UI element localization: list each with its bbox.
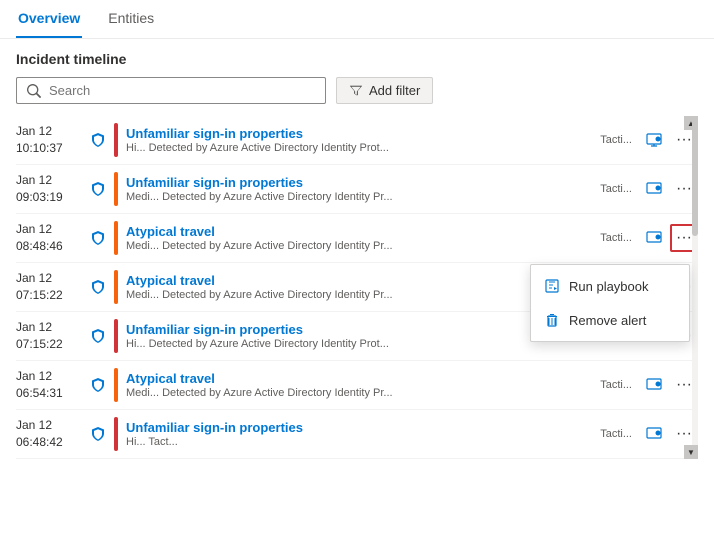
date-col: Jan 12 06:54:31 [16,368,86,402]
date-col: Jan 12 07:15:22 [16,319,86,353]
run-playbook-label: Run playbook [569,279,649,294]
table-row: Jan 12 10:10:37 Unfamiliar sign-in prope… [16,116,698,165]
item-subtitle: Medi... Detected by Azure Active Directo… [126,191,594,203]
filter-icon [349,84,363,98]
main-content: Incident timeline Add filter Jan 12 10:1… [0,39,714,471]
shield-icon [86,181,110,197]
date-col: Jan 12 08:48:46 [16,221,86,255]
item-title: Atypical travel [126,371,594,386]
item-subtitle: Hi... Detected by Azure Active Directory… [126,338,594,350]
section-title: Incident timeline [16,51,698,67]
date-col: Jan 12 06:48:42 [16,417,86,451]
severity-bar [114,368,118,402]
search-input[interactable] [49,83,315,98]
severity-bar [114,172,118,206]
monitor-icon [642,426,666,442]
search-icon [27,84,41,98]
playbook-icon [543,277,561,295]
tactic-badge: Tacti... [600,379,632,391]
item-title: Unfamiliar sign-in properties [126,175,594,190]
date: Jan 12 [16,417,86,434]
table-row: Jan 12 08:48:46 Atypical travel Medi... … [16,214,698,263]
shield-icon [86,132,110,148]
table-row: Jan 12 06:54:31 Atypical travel Medi... … [16,361,698,410]
item-subtitle: Hi... Tact... [126,436,594,448]
tab-entities[interactable]: Entities [106,0,156,38]
table-row: Jan 12 09:03:19 Unfamiliar sign-in prope… [16,165,698,214]
shield-icon [86,279,110,295]
timeline-list: Jan 12 10:10:37 Unfamiliar sign-in prope… [16,116,698,459]
scrollbar-thumb[interactable] [692,116,698,236]
context-menu-item-run-playbook[interactable]: Run playbook [531,269,689,303]
shield-icon [86,230,110,246]
item-body: Unfamiliar sign-in properties Medi... De… [126,175,594,203]
search-row: Add filter [16,77,698,104]
time: 07:15:22 [16,287,86,304]
trash-icon [543,311,561,329]
add-filter-label: Add filter [369,83,420,98]
date-col: Jan 12 09:03:19 [16,172,86,206]
date: Jan 12 [16,123,86,140]
tactic-badge: Tacti... [600,134,632,146]
remove-alert-label: Remove alert [569,313,646,328]
date: Jan 12 [16,368,86,385]
severity-bar [114,221,118,255]
scroll-down-button[interactable]: ▼ [684,445,698,459]
time: 06:48:42 [16,434,86,451]
item-body: Unfamiliar sign-in properties Hi... Dete… [126,322,594,350]
monitor-icon [642,181,666,197]
item-subtitle: Medi... Detected by Azure Active Directo… [126,387,594,399]
severity-bar [114,270,118,304]
shield-icon [86,328,110,344]
time: 06:54:31 [16,385,86,402]
scrollbar[interactable]: ▲ ▼ [692,116,698,459]
time: 07:15:22 [16,336,86,353]
shield-icon [86,377,110,393]
monitor-icon [642,132,666,148]
date: Jan 12 [16,172,86,189]
monitor-icon [642,377,666,393]
item-body: Atypical travel Medi... Detected by Azur… [126,371,594,399]
item-title: Unfamiliar sign-in properties [126,420,594,435]
time: 09:03:19 [16,189,86,206]
add-filter-button[interactable]: Add filter [336,77,433,104]
date: Jan 12 [16,270,86,287]
date: Jan 12 [16,319,86,336]
tab-bar: Overview Entities [0,0,714,39]
table-row: Jan 12 06:48:42 Unfamiliar sign-in prope… [16,410,698,459]
time: 10:10:37 [16,140,86,157]
date: Jan 12 [16,221,86,238]
item-body: Atypical travel Medi... Detected by Azur… [126,224,594,252]
severity-bar [114,123,118,157]
item-subtitle: Medi... Detected by Azure Active Directo… [126,240,594,252]
item-title: Atypical travel [126,273,594,288]
tactic-badge: Tacti... [600,232,632,244]
tab-overview[interactable]: Overview [16,0,82,38]
date-col: Jan 12 07:15:22 [16,270,86,304]
item-title: Unfamiliar sign-in properties [126,126,594,141]
monitor-icon [642,230,666,246]
item-body: Unfamiliar sign-in properties Hi... Tact… [126,420,594,448]
item-body: Unfamiliar sign-in properties Hi... Dete… [126,126,594,154]
item-title: Atypical travel [126,224,594,239]
shield-icon [86,426,110,442]
time: 08:48:46 [16,238,86,255]
search-box-container[interactable] [16,77,326,104]
item-body: Atypical travel Medi... Detected by Azur… [126,273,594,301]
context-menu-item-remove-alert[interactable]: Remove alert [531,303,689,337]
item-title: Unfamiliar sign-in properties [126,322,594,337]
tactic-badge: Tacti... [600,183,632,195]
date-col: Jan 12 10:10:37 [16,123,86,157]
severity-bar [114,417,118,451]
tactic-badge: Tacti... [600,428,632,440]
severity-bar [114,319,118,353]
item-subtitle: Hi... Detected by Azure Active Directory… [126,142,594,154]
context-menu: Run playbook Remove alert [530,264,690,342]
item-subtitle: Medi... Detected by Azure Active Directo… [126,289,594,301]
